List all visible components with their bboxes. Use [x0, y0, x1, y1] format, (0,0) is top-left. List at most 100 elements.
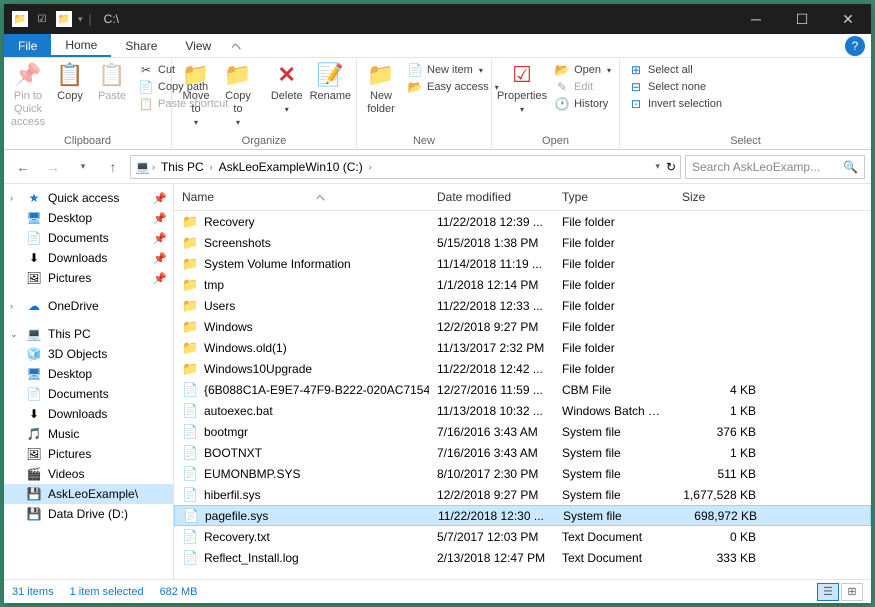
- breadcrumb-this-pc[interactable]: This PC: [157, 160, 208, 174]
- move-to-button[interactable]: 📁Move to▾: [176, 60, 216, 130]
- file-row[interactable]: 📁Windows10Upgrade11/22/2018 12:42 ...Fil…: [174, 358, 871, 379]
- minimize-button[interactable]: ─: [733, 4, 779, 34]
- file-tab[interactable]: File: [4, 34, 51, 57]
- select-all-button[interactable]: ⊞Select all: [624, 62, 726, 78]
- file-name: System Volume Information: [204, 257, 351, 271]
- file-row[interactable]: 📁Windows12/2/2018 9:27 PMFile folder: [174, 316, 871, 337]
- rename-button[interactable]: 📝Rename: [309, 60, 352, 105]
- properties-button[interactable]: ☑Properties▾: [496, 60, 548, 117]
- file-row[interactable]: 📁Windows.old(1)11/13/2017 2:32 PMFile fo…: [174, 337, 871, 358]
- desktop-icon: 🖥: [26, 211, 42, 225]
- column-name[interactable]: Nameヘ: [174, 184, 429, 210]
- details-view-button[interactable]: ☰: [817, 583, 839, 601]
- invert-selection-button[interactable]: ⊡Invert selection: [624, 96, 726, 112]
- refresh-button[interactable]: ↻: [666, 160, 676, 174]
- chevron-down-icon[interactable]: ⌄: [10, 329, 20, 340]
- file-type: System file: [554, 467, 674, 481]
- up-button[interactable]: ↑: [100, 154, 126, 180]
- text-icon: 📄: [182, 529, 198, 545]
- tree-pictures[interactable]: 🖼Pictures📌: [4, 268, 173, 288]
- file-row[interactable]: 📁Users11/22/2018 12:33 ...File folder: [174, 295, 871, 316]
- help-button[interactable]: ?: [845, 36, 865, 56]
- minimize-ribbon-icon[interactable]: ヘ: [225, 38, 247, 53]
- file-row[interactable]: 📄BOOTNXT7/16/2016 3:43 AMSystem file1 KB: [174, 442, 871, 463]
- forward-button[interactable]: →: [40, 154, 66, 180]
- column-size[interactable]: Size: [674, 184, 764, 210]
- pin-quick-access-button[interactable]: 📌Pin to Quick access: [8, 60, 48, 132]
- chevron-right-icon[interactable]: ›: [369, 162, 372, 172]
- file-row[interactable]: 📄Recovery.txt5/7/2017 12:03 PMText Docum…: [174, 526, 871, 547]
- file-type: File folder: [554, 278, 674, 292]
- tree-drive-d[interactable]: 💾Data Drive (D:): [4, 504, 173, 524]
- new-item-icon: 📄: [407, 63, 423, 77]
- delete-icon: ✕: [278, 62, 296, 88]
- tree-onedrive[interactable]: ›☁OneDrive: [4, 296, 173, 316]
- share-tab[interactable]: Share: [111, 34, 171, 57]
- tree-drive-c[interactable]: 💾AskLeoExample\: [4, 484, 173, 504]
- ribbon-tabs: File Home Share View ヘ ?: [4, 34, 871, 58]
- tree-this-pc[interactable]: ⌄💻This PC: [4, 324, 173, 344]
- file-row[interactable]: 📄Reflect_Install.log2/13/2018 12:47 PMTe…: [174, 547, 871, 568]
- qat-properties-icon[interactable]: ☑: [34, 11, 50, 27]
- file-row[interactable]: 📄{6B088C1A-E9E7-47F9-B222-020AC7154B...1…: [174, 379, 871, 400]
- column-date[interactable]: Date modified: [429, 184, 554, 210]
- column-type[interactable]: Type: [554, 184, 674, 210]
- file-type: File folder: [554, 320, 674, 334]
- tree-quick-access[interactable]: ›★Quick access📌: [4, 188, 173, 208]
- tree-downloads[interactable]: ⬇Downloads📌: [4, 248, 173, 268]
- icons-view-button[interactable]: ⊞: [841, 583, 863, 601]
- chevron-right-icon[interactable]: ›: [10, 193, 20, 203]
- search-placeholder: Search AskLeoExamp...: [692, 160, 843, 174]
- file-icon: 📄: [182, 445, 198, 461]
- qat-dropdown-icon[interactable]: ▾: [78, 14, 83, 25]
- tree-pictures-2[interactable]: 🖼Pictures: [4, 444, 173, 464]
- easy-access-button[interactable]: 📂Easy access▾: [403, 79, 503, 95]
- easy-access-icon: 📂: [407, 80, 423, 94]
- tree-documents-2[interactable]: 📄Documents: [4, 384, 173, 404]
- qat-new-folder-icon[interactable]: 📁: [56, 11, 72, 27]
- file-row[interactable]: 📄bootmgr7/16/2016 3:43 AMSystem file376 …: [174, 421, 871, 442]
- tree-desktop-2[interactable]: 🖥Desktop: [4, 364, 173, 384]
- tree-documents[interactable]: 📄Documents📌: [4, 228, 173, 248]
- search-input[interactable]: Search AskLeoExamp... 🔍: [685, 155, 865, 179]
- file-row[interactable]: 📄hiberfil.sys12/2/2018 9:27 PMSystem fil…: [174, 484, 871, 505]
- breadcrumb[interactable]: 💻 › This PC › AskLeoExampleWin10 (C:) › …: [130, 155, 681, 179]
- tree-downloads-2[interactable]: ⬇Downloads: [4, 404, 173, 424]
- new-item-button[interactable]: 📄New item▾: [403, 62, 503, 78]
- delete-button[interactable]: ✕Delete▾: [267, 60, 307, 117]
- back-button[interactable]: ←: [10, 154, 36, 180]
- select-none-button[interactable]: ⊟Select none: [624, 79, 726, 95]
- copy-icon: 📋: [56, 62, 83, 88]
- close-button[interactable]: ✕: [825, 4, 871, 34]
- file-row[interactable]: 📁Screenshots5/15/2018 1:38 PMFile folder: [174, 232, 871, 253]
- view-tab[interactable]: View: [171, 34, 225, 57]
- file-row[interactable]: 📄pagefile.sys11/22/2018 12:30 ...System …: [174, 505, 871, 526]
- chevron-right-icon[interactable]: ›: [210, 162, 213, 172]
- file-row[interactable]: 📁Recovery11/22/2018 12:39 ...File folder: [174, 211, 871, 232]
- new-folder-button[interactable]: 📁New folder: [361, 60, 401, 118]
- tree-3d-objects[interactable]: 🧊3D Objects: [4, 344, 173, 364]
- recent-dropdown-icon[interactable]: ▾: [70, 154, 96, 180]
- history-button[interactable]: 🕐History: [550, 96, 615, 112]
- address-dropdown-icon[interactable]: ▾: [655, 161, 660, 172]
- maximize-button[interactable]: ☐: [779, 4, 825, 34]
- file-row[interactable]: 📁tmp1/1/2018 12:14 PMFile folder: [174, 274, 871, 295]
- file-row[interactable]: 📄autoexec.bat11/13/2018 10:32 ...Windows…: [174, 400, 871, 421]
- copy-to-button[interactable]: 📁Copy to▾: [218, 60, 258, 130]
- file-date: 11/22/2018 12:39 ...: [429, 215, 554, 229]
- home-tab[interactable]: Home: [51, 34, 111, 57]
- file-row[interactable]: 📁System Volume Information11/14/2018 11:…: [174, 253, 871, 274]
- paste-shortcut-button[interactable]: 📋Paste shortcut: [134, 96, 232, 112]
- chevron-right-icon[interactable]: ›: [152, 162, 155, 172]
- open-button[interactable]: 📂Open▾: [550, 62, 615, 78]
- edit-button[interactable]: ✎Edit: [550, 79, 615, 95]
- breadcrumb-drive-c[interactable]: AskLeoExampleWin10 (C:): [215, 160, 367, 174]
- chevron-right-icon[interactable]: ›: [10, 301, 20, 311]
- tree-music[interactable]: 🎵Music: [4, 424, 173, 444]
- file-row[interactable]: 📄EUMONBMP.SYS8/10/2017 2:30 PMSystem fil…: [174, 463, 871, 484]
- copy-button[interactable]: 📋Copy: [50, 60, 90, 105]
- paste-button[interactable]: 📋Paste: [92, 60, 132, 105]
- tree-desktop[interactable]: 🖥Desktop📌: [4, 208, 173, 228]
- tree-videos[interactable]: 🎬Videos: [4, 464, 173, 484]
- file-icon: 📄: [183, 508, 199, 524]
